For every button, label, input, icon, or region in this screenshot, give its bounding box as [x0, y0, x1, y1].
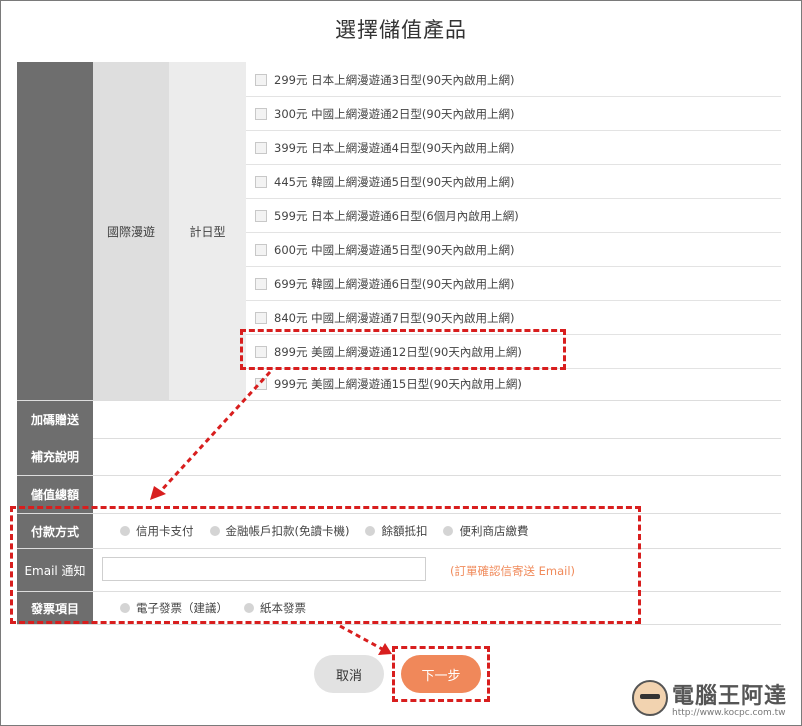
checkbox[interactable] [255, 107, 267, 120]
next-button[interactable]: 下一步 [401, 655, 481, 693]
product-option[interactable]: 300元 中國上網漫遊通2日型(90天內啟用上網) [246, 97, 781, 131]
product-label: 599元 日本上網漫遊通6日型(6個月內啟用上網) [274, 208, 519, 223]
product-label: 445元 韓國上網漫遊通5日型(90天內啟用上網) [274, 174, 515, 189]
product-label: 600元 中國上網漫遊通5日型(90天內啟用上網) [274, 242, 515, 257]
checkbox[interactable] [255, 377, 267, 390]
watermark-url: http://www.kocpc.com.tw [672, 708, 786, 718]
promo-row: 加碼贈送 [17, 400, 781, 439]
product-option[interactable]: 445元 韓國上網漫遊通5日型(90天內啟用上網) [246, 165, 781, 199]
product-label: 299元 日本上網漫遊通3日型(90天內啟用上網) [274, 72, 515, 87]
cancel-button[interactable]: 取消 [314, 655, 384, 693]
checkbox[interactable] [255, 311, 267, 324]
category-cell: 國際漫遊 [93, 62, 169, 400]
highlight-form-box [10, 506, 641, 624]
product-label: 999元 美國上網漫遊通15日型(90天內啟用上網) [274, 376, 522, 391]
sub-category-cell: 計日型 [169, 62, 246, 400]
checkbox[interactable] [255, 277, 267, 290]
product-header-cell [17, 62, 93, 400]
product-label: 399元 日本上網漫遊通4日型(90天內啟用上網) [274, 140, 515, 155]
page-title: 選擇儲值產品 [335, 18, 467, 42]
product-label: 300元 中國上網漫遊通2日型(90天內啟用上網) [274, 106, 515, 121]
highlight-product-box [240, 329, 566, 370]
checkbox[interactable] [255, 209, 267, 222]
watermark-mascot-icon [632, 680, 668, 716]
checkbox[interactable] [255, 141, 267, 154]
note-label: 補充說明 [17, 438, 93, 475]
product-option[interactable]: 299元 日本上網漫遊通3日型(90天內啟用上網) [246, 63, 781, 97]
product-option[interactable]: 699元 韓國上網漫遊通6日型(90天內啟用上網) [246, 267, 781, 301]
checkbox[interactable] [255, 243, 267, 256]
product-label: 699元 韓國上網漫遊通6日型(90天內啟用上網) [274, 276, 515, 291]
product-option[interactable]: 399元 日本上網漫遊通4日型(90天內啟用上網) [246, 131, 781, 165]
note-row: 補充說明 [17, 438, 781, 476]
watermark-text: 電腦王阿達 [672, 684, 788, 709]
product-option[interactable]: 999元 美國上網漫遊通15日型(90天內啟用上網) [246, 367, 781, 401]
product-option[interactable]: 600元 中國上網漫遊通5日型(90天內啟用上網) [246, 233, 781, 267]
product-option[interactable]: 599元 日本上網漫遊通6日型(6個月內啟用上網) [246, 199, 781, 233]
product-label: 840元 中國上網漫遊通7日型(90天內啟用上網) [274, 310, 515, 325]
promo-label: 加碼贈送 [17, 401, 93, 438]
checkbox[interactable] [255, 73, 267, 86]
checkbox[interactable] [255, 175, 267, 188]
